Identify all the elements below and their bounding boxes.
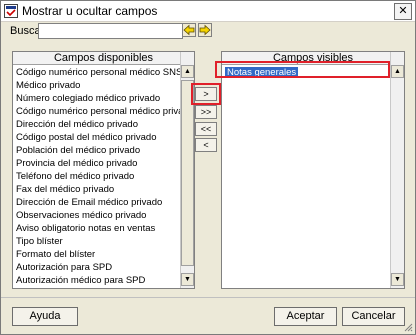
available-field-item[interactable]: Población del médico privado — [16, 144, 140, 157]
app-icon — [4, 4, 18, 18]
available-field-item[interactable]: Observaciones médico privado — [16, 209, 146, 222]
help-button[interactable]: Ayuda — [12, 307, 78, 326]
search-input[interactable] — [38, 23, 183, 39]
available-fields-header: Campos disponibles — [13, 52, 194, 65]
available-field-item[interactable]: Fax del médico privado — [16, 183, 114, 196]
help-button-label: Ayuda — [29, 310, 61, 322]
available-field-item[interactable]: Teléfono del médico privado — [16, 170, 134, 183]
close-icon: ✕ — [398, 5, 408, 17]
available-field-item[interactable]: Autorización para SPD — [16, 261, 112, 274]
scroll-up-button[interactable]: ▲ — [391, 65, 404, 78]
available-fields-list[interactable]: Campos disponibles Código numérico perso… — [12, 51, 195, 289]
add-all-fields-button[interactable]: >> — [195, 105, 217, 119]
search-next-button[interactable] — [198, 23, 212, 37]
available-field-item[interactable]: Autorización médico para SPD — [16, 274, 145, 287]
available-field-item[interactable]: Provincia del médico privado — [16, 157, 137, 170]
available-field-item[interactable]: Código numérico personal médico SNS — [16, 66, 182, 79]
window-title: Mostrar u ocultar campos — [22, 4, 158, 18]
visible-fields-list[interactable]: Campos visibles Notas generales ▲ ▼ — [221, 51, 405, 289]
remove-field-button[interactable]: < — [195, 138, 217, 152]
search-prev-button[interactable] — [182, 23, 196, 37]
available-field-item[interactable]: Dirección de Email médico privado — [16, 196, 162, 209]
arrow-left-icon — [183, 24, 195, 36]
cancel-button-label: Cancelar — [351, 310, 396, 322]
available-field-item[interactable]: Médico privado — [16, 79, 80, 92]
arrow-right-icon — [199, 24, 211, 36]
remove-all-fields-button[interactable]: << — [195, 122, 217, 136]
cancel-button[interactable]: Cancelar — [342, 307, 405, 326]
available-field-item[interactable]: Dirección del médico privado — [16, 118, 138, 131]
dialog-window: Mostrar u ocultar campos ✕ Buscar Campos… — [0, 0, 416, 335]
scroll-thumb[interactable] — [181, 80, 194, 266]
available-field-item[interactable]: Formato del blíster — [16, 248, 95, 261]
footer-separator — [1, 297, 415, 298]
add-field-button[interactable]: > — [195, 87, 217, 101]
available-field-item[interactable]: Código postal del médico privado — [16, 131, 156, 144]
highlight-visible-item — [215, 61, 390, 78]
accept-button[interactable]: Aceptar — [274, 307, 337, 326]
available-field-item[interactable]: Aviso obligatorio notas en ventas — [16, 222, 155, 235]
accept-button-label: Aceptar — [286, 310, 325, 322]
resize-grip-icon[interactable] — [404, 323, 413, 332]
available-field-item[interactable]: Código numérico personal médico privado — [16, 105, 194, 118]
scroll-down-button[interactable]: ▼ — [391, 273, 404, 286]
scroll-up-button[interactable]: ▲ — [181, 65, 194, 78]
available-field-item[interactable]: Número colegiado médico privado — [16, 92, 160, 105]
close-button[interactable]: ✕ — [394, 3, 412, 20]
title-bar: Mostrar u ocultar campos ✕ — [1, 1, 415, 22]
available-field-item[interactable]: Tipo blíster — [16, 235, 63, 248]
scroll-down-button[interactable]: ▼ — [181, 273, 194, 286]
visible-scrollbar[interactable]: ▲ ▼ — [390, 52, 404, 288]
